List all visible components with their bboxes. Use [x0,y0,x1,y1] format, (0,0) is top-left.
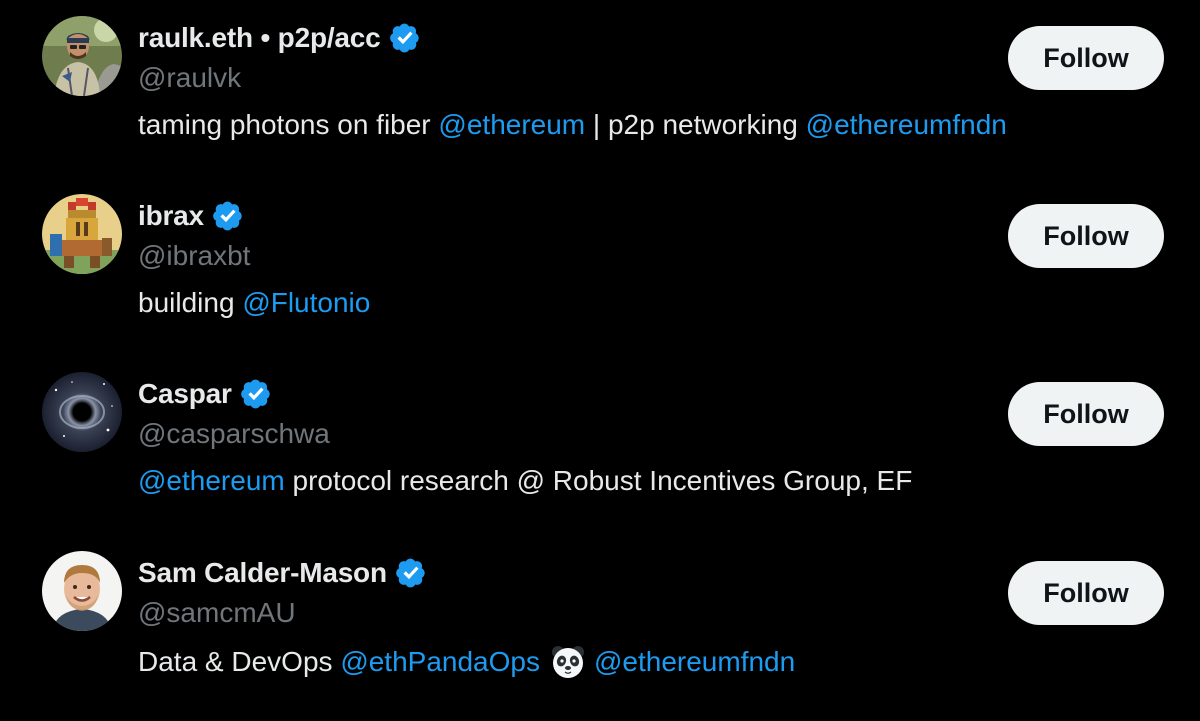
avatar[interactable] [42,194,122,274]
avatar[interactable] [42,551,122,631]
bio-mention-link[interactable]: @ethPandaOps [340,646,540,678]
bio-text: taming photons on fiber [138,109,439,140]
user-bio: building @Flutonio [138,287,370,319]
verified-badge-icon[interactable] [240,378,272,410]
who-to-follow-list: raulk.eth • p2p/acc @raulvk taming photo… [0,0,1200,721]
bio-mention-link[interactable]: @ethereum [438,109,585,141]
bio-mention-link[interactable]: @ethereumfndn [594,646,795,678]
verified-badge-icon[interactable] [389,22,421,54]
follow-button[interactable]: Follow [1008,204,1164,268]
user-card[interactable]: Sam Calder-Mason @samcmAU Data & DevOps … [0,549,1200,721]
user-handle[interactable]: @casparschwa [138,418,330,450]
name-row: ibrax [138,196,244,236]
name-row: Caspar [138,374,272,414]
bio-text: building [138,287,243,318]
display-name[interactable]: raulk.eth • p2p/acc [138,22,381,54]
follow-button[interactable]: Follow [1008,26,1164,90]
bio-text: | p2p networking [585,109,806,140]
user-handle[interactable]: @samcmAU [138,597,296,629]
user-card[interactable]: ibrax @ibraxbt building @Flutonio Follow [0,192,1200,370]
display-name[interactable]: Sam Calder-Mason [138,557,387,589]
bio-mention-link[interactable]: @ethereumfndn [806,109,1007,141]
display-name[interactable]: ibrax [138,200,204,232]
verified-badge-icon[interactable] [212,200,244,232]
user-bio: taming photons on fiber @ethereum | p2p … [138,109,1007,141]
bio-text: protocol research @ Robust Incentives Gr… [284,465,913,496]
user-bio: Data & DevOps @ethPandaOps @ethereumfndn [138,644,795,680]
bio-text: Data & DevOps [138,646,341,677]
panda-face-icon [540,644,594,680]
verified-badge-icon[interactable] [395,557,427,589]
display-name[interactable]: Caspar [138,378,232,410]
user-card[interactable]: Caspar @casparschwa @ethereum protocol r… [0,370,1200,548]
user-bio: @ethereum protocol research @ Robust Inc… [138,465,912,497]
avatar[interactable] [42,372,122,452]
follow-button[interactable]: Follow [1008,382,1164,446]
bio-mention-link[interactable]: @ethereum [138,465,285,497]
user-handle[interactable]: @raulvk [138,62,241,94]
bio-mention-link[interactable]: @Flutonio [242,287,370,319]
user-handle[interactable]: @ibraxbt [138,240,250,272]
user-card[interactable]: raulk.eth • p2p/acc @raulvk taming photo… [0,14,1200,192]
name-row: Sam Calder-Mason [138,553,427,593]
follow-button[interactable]: Follow [1008,561,1164,625]
name-row: raulk.eth • p2p/acc [138,18,421,58]
avatar[interactable] [42,16,122,96]
